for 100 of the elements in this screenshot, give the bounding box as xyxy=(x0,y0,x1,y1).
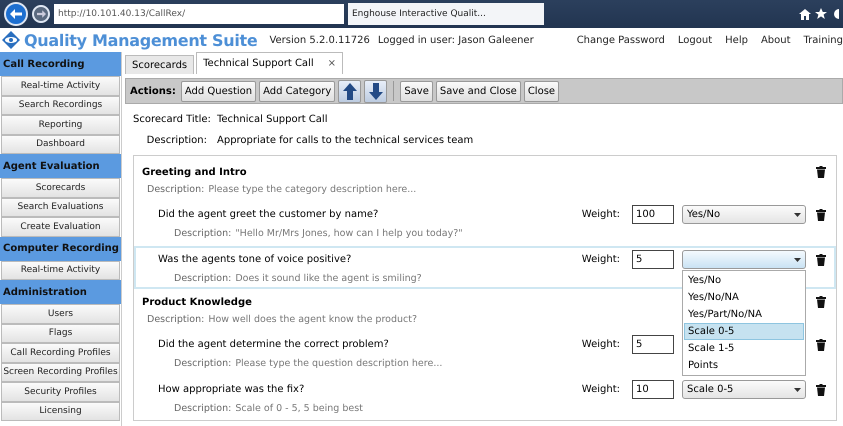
sidebar-section-title: Administration xyxy=(0,280,121,304)
trash-icon[interactable] xyxy=(816,166,826,178)
arrow-left-icon xyxy=(10,9,22,19)
field-label: Scorecard Title: xyxy=(133,114,212,125)
tab-label: Scorecards xyxy=(132,60,188,70)
tab[interactable]: Technical Support Call × xyxy=(196,52,344,74)
weight-input[interactable]: 100 xyxy=(632,205,674,224)
description-label: Description: xyxy=(147,184,204,195)
trash-icon[interactable] xyxy=(816,338,826,350)
arrow-down-icon xyxy=(368,82,383,100)
logo-icon xyxy=(2,31,20,49)
action-button[interactable]: Save xyxy=(400,80,433,102)
header-link[interactable]: Change Password xyxy=(576,34,665,46)
tab[interactable]: Scorecards xyxy=(125,55,194,74)
dropdown-option[interactable]: Yes/No xyxy=(684,272,804,289)
sidebar-item[interactable]: Dashboard xyxy=(1,134,120,154)
weight-label: Weight: xyxy=(582,254,620,265)
sidebar-section-title: Call Recording xyxy=(0,52,121,76)
star-icon[interactable] xyxy=(815,8,827,20)
weight-label: Weight: xyxy=(582,384,620,395)
trash-icon[interactable] xyxy=(816,296,826,308)
scorecard-description: Appropriate for calls to the technical services team xyxy=(217,135,474,146)
move-up-button[interactable] xyxy=(338,80,362,102)
caret-icon xyxy=(794,258,801,262)
field-label: Description: xyxy=(146,135,208,146)
sidebar-item[interactable]: Search Recordings xyxy=(1,96,120,115)
sidebar-section-title: Agent Evaluation xyxy=(0,154,121,178)
sidebar-item[interactable]: Real-time Activity xyxy=(1,260,120,280)
description-label: Description: xyxy=(174,228,232,239)
question-text: Did the agent greet the customer by name? xyxy=(158,209,378,220)
scorecard-title: Technical Support Call xyxy=(217,114,328,125)
sidebar-section-title: Computer Recording xyxy=(0,236,121,260)
header-link[interactable]: Training xyxy=(804,34,843,46)
back-button[interactable] xyxy=(4,2,28,26)
dropdown-option[interactable]: Yes/Part/No/NA xyxy=(684,306,804,323)
scale-select[interactable] xyxy=(682,250,806,269)
sidebar-item[interactable]: Call Recording Profiles xyxy=(1,343,120,362)
dropdown-option[interactable]: Scale 0-5 xyxy=(684,323,804,340)
action-button[interactable]: Close xyxy=(524,80,560,102)
trash-icon[interactable] xyxy=(816,254,826,266)
sidebar-item[interactable]: Real-time Activity xyxy=(1,76,120,96)
sidebar-item[interactable]: Users xyxy=(1,304,120,324)
weight-input[interactable]: 5 xyxy=(632,335,674,354)
home-icon[interactable] xyxy=(799,8,811,20)
scale-select[interactable]: Yes/No xyxy=(682,205,806,224)
header-link[interactable]: About xyxy=(760,34,791,46)
sidebar-item[interactable]: Reporting xyxy=(1,115,120,134)
sidebar-item[interactable]: Scorecards xyxy=(1,178,120,198)
description-label: Description: xyxy=(174,403,232,414)
weight-label: Weight: xyxy=(582,209,620,220)
caret-icon xyxy=(794,388,801,392)
weight-label: Weight: xyxy=(582,339,620,350)
tab-title: Enghouse Interactive Qualit... xyxy=(352,9,486,19)
app-title: Quality Management Suite xyxy=(24,30,258,50)
question-description: Scale of 0 - 5, 5 being best xyxy=(235,403,363,414)
arrow-up-icon xyxy=(342,82,357,100)
question-text: How appropriate was the fix? xyxy=(158,384,304,395)
sidebar-item[interactable]: Flags xyxy=(1,324,120,343)
description-label: Description: xyxy=(174,273,232,284)
description-label: Description: xyxy=(174,358,232,369)
category-description: How well does the agent know the product? xyxy=(208,314,418,325)
question-description: "Hello Mr/Mrs Jones, how can I help you today?" xyxy=(235,228,463,239)
weight-input[interactable]: 5 xyxy=(632,250,674,269)
dropdown-option[interactable]: Points xyxy=(684,357,804,374)
category-name: Greeting and Intro xyxy=(142,166,247,178)
actions-label: Actions: xyxy=(130,86,176,96)
scale-select[interactable]: Scale 0-5 xyxy=(682,380,806,399)
action-button[interactable]: Save and Close xyxy=(436,80,521,102)
question-text: Did the agent determine the correct problem? xyxy=(158,339,389,350)
header-link[interactable]: Logout xyxy=(678,34,712,46)
address-bar[interactable]: http://10.101.40.13/CallRex/ xyxy=(54,4,344,24)
category-name: Product Knowledge xyxy=(142,296,252,308)
dropdown-option[interactable]: Yes/No/NA xyxy=(684,289,804,306)
trash-icon[interactable] xyxy=(816,208,826,220)
sidebar-item[interactable]: Licensing xyxy=(1,402,120,421)
question-description: Does it sound like the agent is smiling? xyxy=(235,273,422,284)
sidebar-item[interactable]: Screen Recording Profiles xyxy=(1,362,120,382)
question-description: Please type the question description here... xyxy=(235,358,442,369)
trash-icon[interactable] xyxy=(816,384,826,396)
question-text: Was the agents tone of voice positive? xyxy=(158,254,352,265)
browser-tab[interactable]: Enghouse Interactive Qualit... xyxy=(348,3,544,25)
tab-label: Technical Support Call xyxy=(203,58,314,69)
sidebar-item[interactable]: Security Profiles xyxy=(1,382,120,402)
dropdown-option[interactable]: Scale 1-5 xyxy=(684,340,804,357)
address-text: http://10.101.40.13/CallRex/ xyxy=(58,9,186,19)
action-button[interactable]: Add Question xyxy=(180,80,256,102)
category-description: Please type the category description here... xyxy=(208,184,416,195)
arrow-right-icon xyxy=(36,10,46,18)
weight-input[interactable]: 10 xyxy=(632,380,674,399)
sidebar-item[interactable]: Search Evaluations xyxy=(1,198,120,217)
sidebar-item[interactable]: Create Evaluation xyxy=(1,217,120,236)
version-text: Version 5.2.0.11726 xyxy=(269,34,370,46)
description-label: Description: xyxy=(147,314,204,325)
action-button[interactable]: Add Category xyxy=(259,80,336,102)
close-icon[interactable]: × xyxy=(328,58,336,69)
logged-in-user: Logged in user: Jason Galeener xyxy=(378,34,534,46)
forward-button[interactable] xyxy=(32,5,50,23)
header-link[interactable]: Help xyxy=(725,34,748,46)
caret-icon xyxy=(794,212,801,216)
move-down-button[interactable] xyxy=(364,80,388,102)
